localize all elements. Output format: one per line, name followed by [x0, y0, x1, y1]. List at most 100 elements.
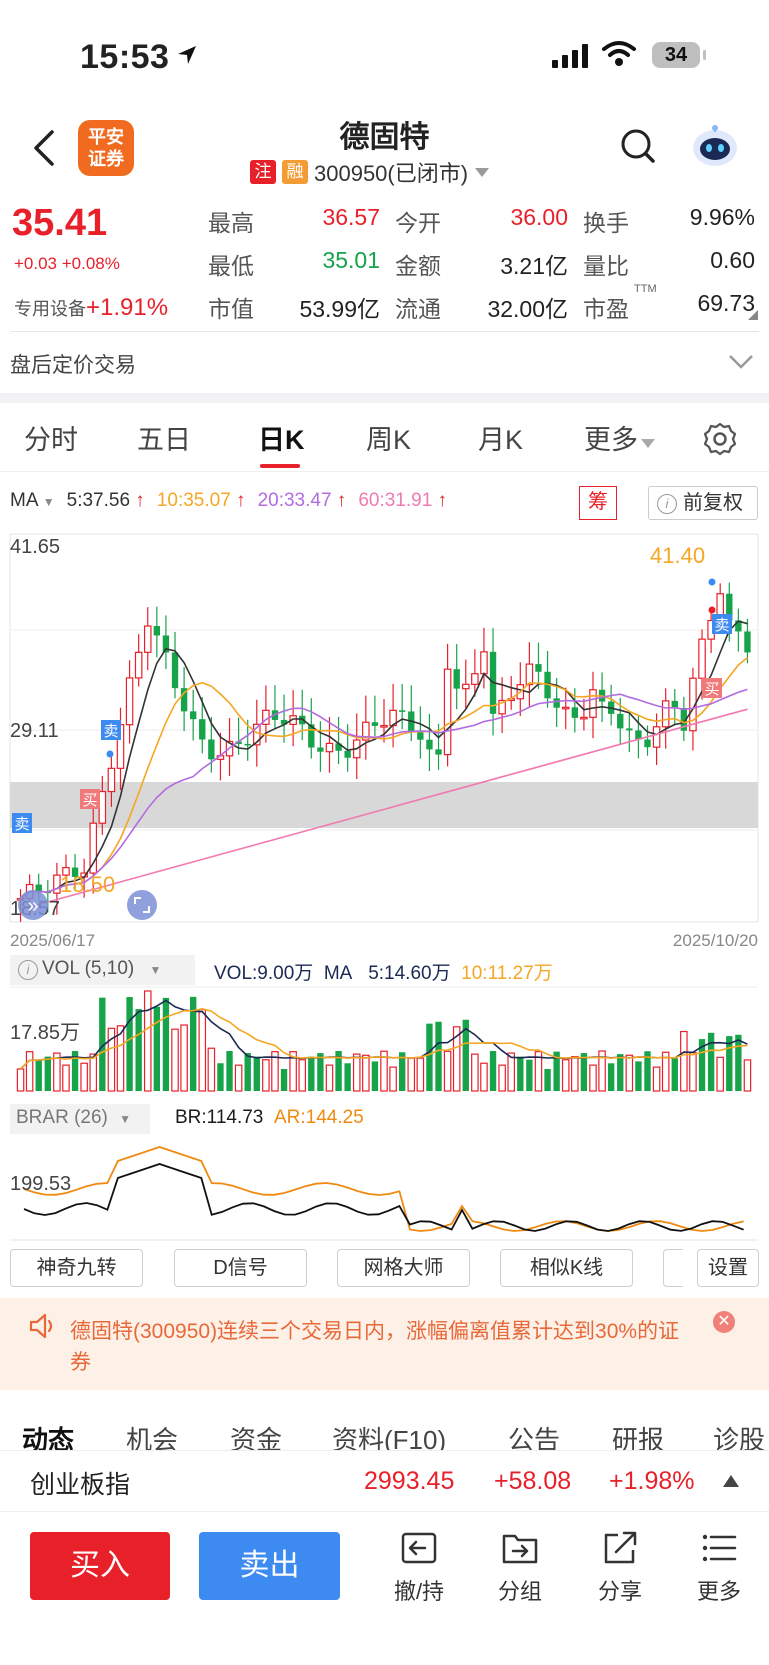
volume-bar — [89, 1053, 98, 1092]
volume-bar — [352, 1053, 361, 1092]
ma5-value: 5:37.56 ↑ — [66, 490, 145, 511]
buy-button[interactable]: 买入 — [30, 1532, 170, 1600]
pe-ttm-label: TTM — [634, 283, 657, 295]
grid-master-button[interactable]: 网格大师 — [337, 1249, 470, 1287]
sell-badge: 卖 — [14, 816, 29, 833]
candle-body — [98, 790, 107, 824]
tab-intraday[interactable]: 分时 — [24, 418, 78, 457]
candle-body — [617, 713, 624, 729]
quote-cell: 今开 36.00 — [395, 204, 568, 238]
triangle-up-icon[interactable] — [722, 1474, 740, 1488]
group-action[interactable]: 分组 — [480, 1528, 560, 1606]
candle-body — [443, 668, 452, 756]
location-arrow-icon — [178, 46, 196, 64]
candle-body — [190, 711, 197, 720]
candle-body — [589, 689, 597, 718]
quote-label: 最高 — [208, 210, 254, 236]
tab-monthly-k[interactable]: 月K — [478, 418, 523, 457]
volume-bar — [226, 1051, 233, 1091]
brar-indicator-selector[interactable]: BRAR (26) ▼ — [10, 1104, 150, 1134]
more-action[interactable]: 更多 — [679, 1528, 759, 1606]
magic-nine-button[interactable]: 神奇九转 — [10, 1249, 143, 1287]
close-icon[interactable]: ✕ — [713, 1311, 735, 1333]
vol-values: VOL:9.00万 MA 5:14.60万 10:11.27万 — [214, 963, 553, 984]
volume-bar — [180, 1024, 188, 1092]
sector-change[interactable]: 专用设备+1.91% — [14, 294, 168, 322]
candle-body — [661, 700, 670, 728]
quote-label: 最低 — [208, 253, 254, 279]
margin-tag: 融 — [282, 160, 308, 184]
quote-label: 今开 — [395, 210, 441, 236]
volume-bar — [589, 1064, 597, 1092]
candle-body — [153, 626, 161, 636]
corner-mark-icon — [748, 310, 758, 320]
candle-body — [580, 716, 588, 720]
volume-bar — [517, 1056, 524, 1091]
candle-body — [471, 673, 479, 685]
volume-bar — [44, 1056, 51, 1091]
volume-bar — [244, 1053, 251, 1091]
similar-k-button[interactable]: 相似K线 — [500, 1249, 633, 1287]
volume-bar — [344, 1063, 351, 1091]
brar-values: BR:114.73 AR:144.25 — [175, 1107, 364, 1128]
sell-badge: 卖 — [103, 723, 118, 740]
settings-button[interactable]: 设置 — [697, 1249, 759, 1287]
active-tab-indicator — [260, 464, 300, 468]
tab-weekly-k[interactable]: 周K — [366, 418, 411, 457]
quote-label: 金额 — [395, 253, 441, 279]
candle-body — [134, 651, 143, 679]
ma-legend[interactable]: MA ▼ 5:37.56 ↑ 10:35.07 ↑ 20:33.47 ↑ 60:… — [10, 490, 447, 512]
brar-line — [23, 1163, 744, 1232]
volume-bar — [280, 1068, 288, 1091]
volume-bar — [153, 1006, 161, 1091]
candle-body — [535, 664, 542, 672]
volume-bar — [35, 1059, 42, 1091]
list-menu-icon — [702, 1534, 737, 1562]
sell-button[interactable]: 卖出 — [199, 1532, 340, 1600]
tab-daily-k[interactable]: 日K — [258, 418, 305, 457]
price-change: +0.03 +0.08% — [14, 254, 120, 273]
y-axis-high: 41.65 — [10, 536, 60, 558]
status-bar: 15:53 34 — [0, 0, 769, 110]
volume-bar — [143, 990, 152, 1092]
signal-dot — [708, 578, 716, 586]
volume-bar — [635, 1061, 642, 1091]
hidden-tool-button[interactable] — [663, 1249, 683, 1287]
d-signal-button[interactable]: D信号 — [174, 1249, 307, 1287]
volume-bar — [498, 1064, 506, 1092]
ai-assistant-icon[interactable] — [690, 124, 740, 170]
caret-down-icon — [475, 168, 490, 177]
candle-body — [380, 724, 388, 728]
chevron-down-icon[interactable] — [728, 354, 754, 370]
cancel-hold-action[interactable]: 撤/持 — [379, 1528, 459, 1606]
date-start: 2025/06/17 — [10, 931, 95, 950]
after-hours-trading[interactable]: 盘后定价交易 — [10, 349, 136, 379]
candle-body — [561, 706, 570, 710]
fullscreen-icon — [127, 890, 157, 920]
chip-distribution-button[interactable]: 筹 — [579, 486, 617, 520]
gear-icon[interactable] — [703, 422, 737, 456]
price-adjust-button[interactable]: i 前复权 — [648, 486, 758, 520]
quote-cell: 市值 53.99亿 — [208, 290, 380, 324]
tab-five-day[interactable]: 五日 — [137, 418, 191, 457]
search-icon[interactable] — [620, 128, 656, 164]
share-icon — [604, 1531, 637, 1564]
candle-body — [371, 722, 379, 726]
kline-chart[interactable]: 41.6529.1118.5741.4018.502025/06/172025/… — [0, 530, 769, 950]
candle-body — [698, 638, 706, 679]
ma20-value: 20:33.47 ↑ — [257, 490, 347, 511]
ma60-value: 60:31.91 ↑ — [358, 490, 448, 511]
stock-code-line[interactable]: 注 融 300950(已闭市) — [250, 156, 490, 188]
quote-cell: 最高 36.57 — [208, 204, 380, 238]
tab-more[interactable]: 更多 — [584, 418, 656, 457]
volume-chart[interactable]: 17.85万 — [0, 985, 769, 1093]
volume-bar — [16, 1068, 25, 1092]
risk-notice[interactable]: 德固特(300950)连续三个交易日内，涨幅偏离值累计达到30%的证券 — [0, 1298, 769, 1390]
volume-bar — [743, 1059, 752, 1092]
share-action[interactable]: 分享 — [580, 1528, 660, 1606]
vol-indicator-selector[interactable]: i VOL (5,10) ▼ — [10, 955, 195, 985]
candle-body — [525, 663, 534, 686]
volume-bar — [135, 1009, 142, 1091]
quote-label: 市盈 — [583, 296, 629, 322]
brar-chart[interactable]: 199.53 — [0, 1134, 769, 1244]
